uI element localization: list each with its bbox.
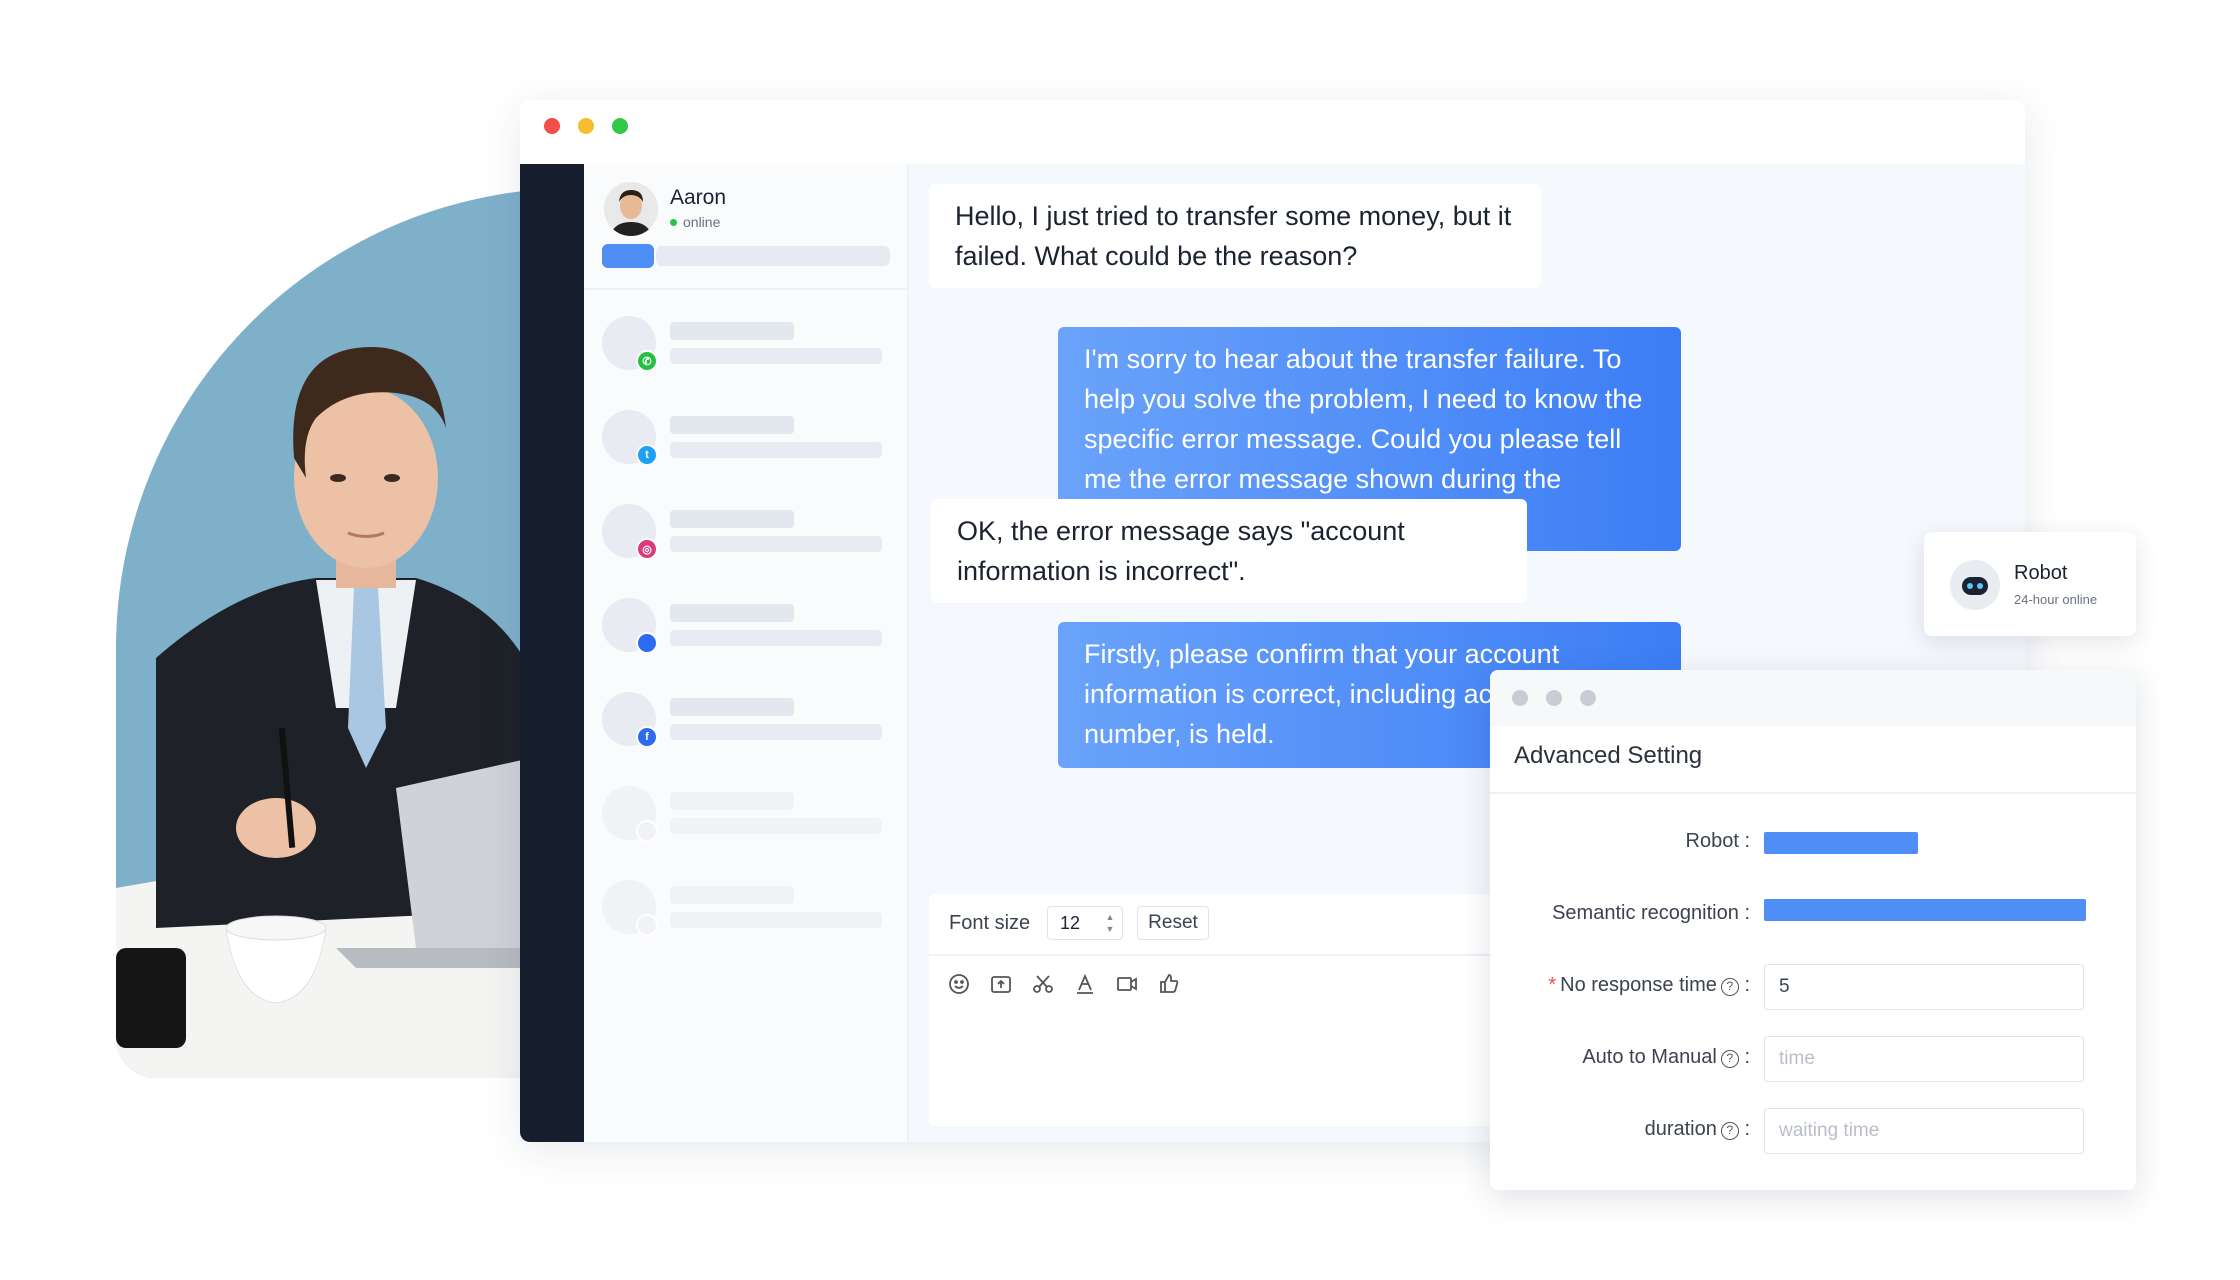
conversation-item[interactable]: ◎ bbox=[584, 484, 907, 578]
conversation-preview-placeholder bbox=[670, 818, 882, 834]
reset-button[interactable]: Reset bbox=[1137, 906, 1209, 940]
instagram-icon: ◎ bbox=[636, 538, 658, 560]
conversation-preview-placeholder bbox=[670, 630, 882, 646]
messenger-icon bbox=[636, 632, 658, 654]
font-size-stepper[interactable]: ▲ ▼ bbox=[1104, 911, 1116, 935]
text-format-icon[interactable] bbox=[1073, 972, 1097, 996]
no-response-time-input[interactable] bbox=[1764, 964, 2084, 1010]
channel-badge bbox=[636, 914, 658, 936]
video-icon[interactable] bbox=[1115, 972, 1139, 996]
panel-titlebar bbox=[1490, 670, 2136, 726]
font-size-value: 12 bbox=[1060, 913, 1081, 933]
contact-name: Aaron bbox=[670, 186, 727, 209]
robot-icon bbox=[1950, 560, 2000, 610]
contact-status: online bbox=[683, 214, 721, 230]
conversation-item[interactable] bbox=[584, 766, 907, 860]
semantic-recognition-selector[interactable] bbox=[1764, 899, 2086, 921]
conversation-preview-placeholder bbox=[670, 724, 882, 740]
upload-icon[interactable] bbox=[989, 972, 1013, 996]
close-window-button[interactable] bbox=[544, 118, 560, 134]
conversation-name-placeholder bbox=[670, 416, 794, 434]
duration-label: duration? : bbox=[1644, 1118, 1750, 1140]
help-icon[interactable]: ? bbox=[1720, 978, 1739, 996]
robot-card[interactable]: Robot 24-hour online bbox=[1924, 532, 2136, 636]
advanced-setting-panel: Advanced Setting Robot : Semantic recogn… bbox=[1490, 670, 2136, 1190]
whatsapp-icon: ✆ bbox=[636, 350, 658, 372]
window-titlebar bbox=[520, 100, 2025, 164]
contact-avatar bbox=[604, 182, 658, 236]
conversation-name-placeholder bbox=[670, 792, 794, 810]
contact-tag-placeholder bbox=[656, 246, 890, 266]
navigation-rail bbox=[520, 164, 584, 1142]
conversation-preview-placeholder bbox=[670, 536, 882, 552]
help-icon[interactable]: ? bbox=[1720, 1050, 1739, 1068]
twitter-icon: t bbox=[636, 444, 658, 466]
font-size-label: Font size bbox=[949, 912, 1031, 934]
duration-input[interactable] bbox=[1764, 1108, 2084, 1154]
conversation-name-placeholder bbox=[670, 322, 794, 340]
no-response-time-label: * No response time? : bbox=[1548, 974, 1750, 996]
panel-title: Advanced Setting bbox=[1514, 742, 1703, 769]
conversation-name-placeholder bbox=[670, 604, 794, 622]
robot-status: 24-hour online bbox=[2014, 592, 2098, 607]
semantic-recognition-label: Semantic recognition : bbox=[1552, 902, 1750, 924]
thumbs-up-icon[interactable] bbox=[1157, 972, 1181, 996]
emoji-icon[interactable] bbox=[947, 972, 971, 996]
conversation-name-placeholder bbox=[670, 698, 794, 716]
robot-name: Robot bbox=[2014, 562, 2068, 584]
robot-selector[interactable] bbox=[1764, 832, 1918, 854]
businessman-photo bbox=[116, 188, 576, 1078]
robot-setting-label: Robot : bbox=[1685, 830, 1751, 852]
minimize-window-button[interactable] bbox=[578, 118, 594, 134]
active-contact-card[interactable]: Aaron online bbox=[584, 164, 907, 290]
panel-maximize-button[interactable] bbox=[1580, 690, 1596, 706]
conversation-item[interactable]: t bbox=[584, 390, 907, 484]
message-bubble-incoming: Hello, I just tried to transfer some mon… bbox=[929, 184, 1541, 288]
conversation-item[interactable]: ✆ bbox=[584, 296, 907, 390]
scissors-icon[interactable] bbox=[1031, 972, 1055, 996]
conversation-name-placeholder bbox=[670, 886, 794, 904]
conversation-preview-placeholder bbox=[670, 912, 882, 928]
auto-to-manual-input[interactable] bbox=[1764, 1036, 2084, 1082]
conversation-preview-placeholder bbox=[670, 348, 882, 364]
channel-badge bbox=[636, 820, 658, 842]
panel-close-button[interactable] bbox=[1512, 690, 1528, 706]
help-icon[interactable]: ? bbox=[1720, 1122, 1739, 1140]
maximize-window-button[interactable] bbox=[612, 118, 628, 134]
facebook-icon: f bbox=[636, 726, 658, 748]
conversation-name-placeholder bbox=[670, 510, 794, 528]
online-indicator bbox=[670, 219, 677, 226]
conversation-list: Aaron online ✆ t ◎ f bbox=[584, 164, 909, 1142]
panel-divider bbox=[1490, 792, 2136, 794]
contact-tag bbox=[602, 244, 654, 268]
conversation-preview-placeholder bbox=[670, 442, 882, 458]
conversation-item[interactable] bbox=[584, 860, 907, 954]
message-bubble-incoming: OK, the error message says "account info… bbox=[931, 499, 1527, 603]
conversation-item[interactable]: f bbox=[584, 672, 907, 766]
auto-to-manual-label: Auto to Manual? : bbox=[1582, 1046, 1750, 1068]
panel-minimize-button[interactable] bbox=[1546, 690, 1562, 706]
font-size-input[interactable]: 12 ▲ ▼ bbox=[1047, 906, 1123, 940]
conversation-item[interactable] bbox=[584, 578, 907, 672]
